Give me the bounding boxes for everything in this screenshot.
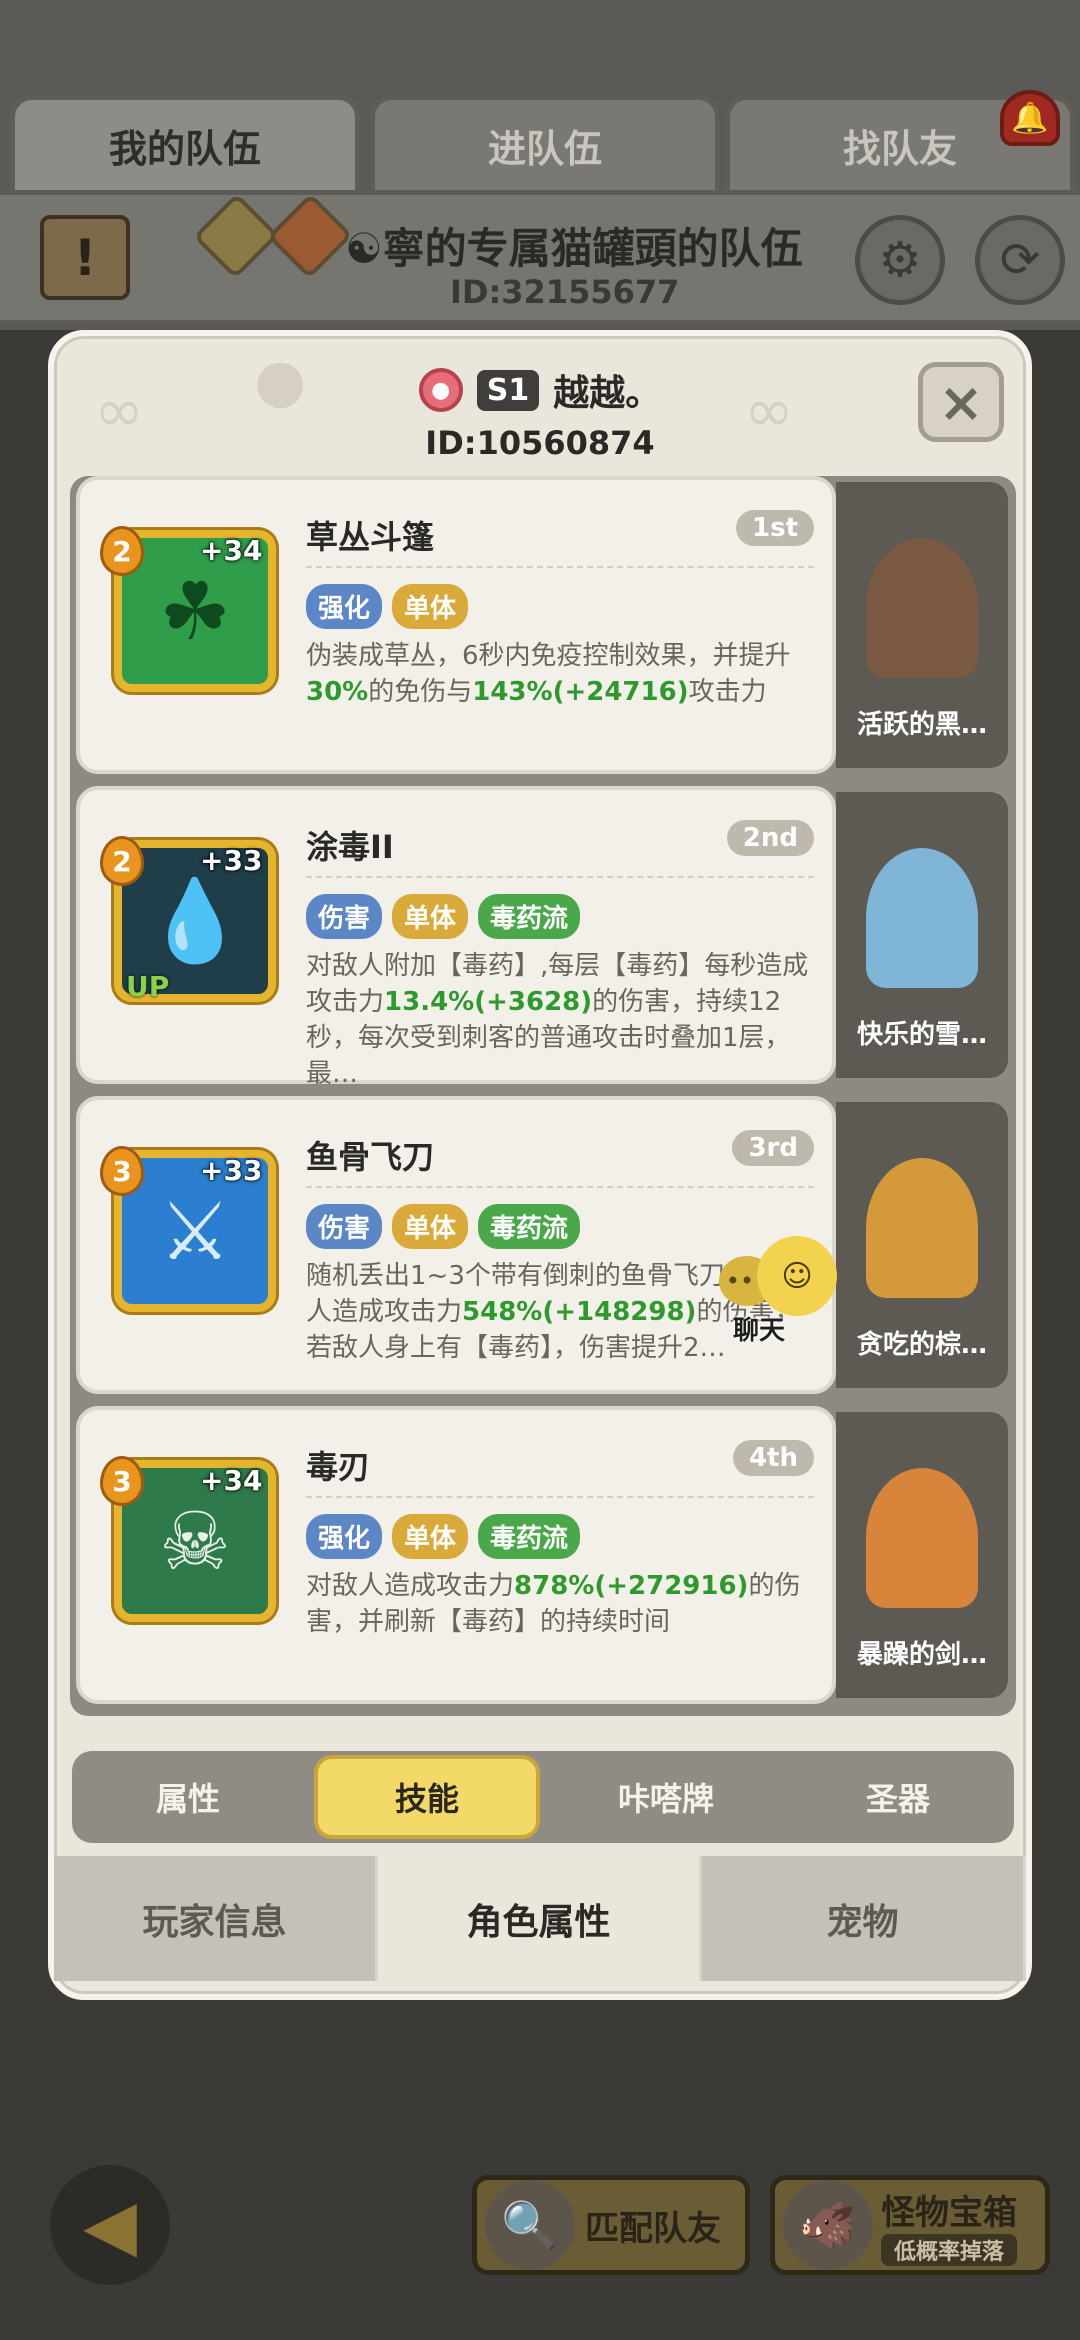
skill-tag: 单体 — [392, 1204, 469, 1249]
close-button[interactable]: × — [918, 362, 1004, 442]
tab-attributes[interactable]: 属性 — [72, 1774, 304, 1820]
skill-tags: 强化 单体 毒药流 — [306, 1514, 581, 1559]
category-tabs: 属性 技能 咔嗒牌 圣器 — [72, 1751, 1014, 1843]
skill-row[interactable]: 3 ☠ +34 毒刃 4th 强化 单体 毒药流 对敌人造成攻击力878%(+2… — [70, 1406, 1016, 1706]
match-teammate-button[interactable]: 🔍 匹配队友 — [472, 2175, 750, 2275]
skill-level-badge: 2 — [100, 836, 144, 886]
skill-card[interactable]: 3 ☠ +34 毒刃 4th 强化 单体 毒药流 对敌人造成攻击力878%(+2… — [76, 1406, 836, 1704]
team-id: ID:32155677 — [450, 273, 680, 311]
skill-card[interactable]: 2 💧 +33 UP 涂毒II 2nd 伤害 单体 毒药流 对敌人附加【毒药】,… — [76, 786, 836, 1089]
skill-tag: 伤害 — [306, 1204, 383, 1249]
skill-plus-value: +34 — [200, 1464, 263, 1497]
share-button-icon[interactable]: ⟳ — [975, 215, 1065, 305]
monster-chest-button[interactable]: 🐗 怪物宝箱 低概率掉落 — [770, 2175, 1050, 2275]
skill-title: 鱼骨飞刀 — [306, 1138, 435, 1176]
skill-rank: 1st — [736, 510, 814, 546]
skill-tag: 单体 — [392, 1514, 469, 1559]
team-tabs: 我的队伍 进队伍 找队友 — [0, 95, 1080, 195]
skill-plus-value: +33 — [200, 844, 263, 877]
skill-tags: 伤害 单体 毒药流 — [306, 894, 581, 939]
tab-join-team[interactable]: 进队伍 — [370, 95, 720, 195]
bottom-tabs: 玩家信息 角色属性 宠物 — [54, 1856, 1026, 1981]
skill-title: 毒刃 — [306, 1448, 371, 1486]
chat-face-icon: ☺ — [757, 1236, 837, 1316]
skill-row[interactable]: 3 ⚔ +33 鱼骨飞刀 3rd 伤害 单体 毒药流 随机丢出1~3个带有倒刺的… — [70, 1096, 1016, 1396]
skill-tag: 强化 — [306, 1514, 383, 1559]
bottom-area — [0, 2000, 1080, 2340]
pet-figure-icon — [866, 848, 978, 988]
divider — [306, 1496, 814, 1498]
team-name: ☯寧的专属猫罐頭的队伍 — [345, 224, 803, 273]
pet-slot[interactable]: 贪吃的棕… — [836, 1102, 1008, 1388]
chat-label: 聊天 — [733, 1316, 786, 1346]
skill-up-tag: UP — [126, 970, 170, 1003]
skill-row[interactable]: 2 ☘ +34 草丛斗篷 1st 强化 单体 伪装成草丛，6秒内免疫控制效果，并… — [70, 476, 1016, 776]
skill-tag: 伤害 — [306, 894, 383, 939]
pet-slot[interactable]: 暴躁的剑… — [836, 1412, 1008, 1698]
server-tag: S1 — [476, 369, 540, 411]
back-arrow-icon[interactable]: ◀ — [50, 2165, 170, 2285]
skill-tags: 伤害 单体 毒药流 — [306, 1204, 581, 1249]
tab-player-info[interactable]: 玩家信息 — [54, 1856, 378, 1981]
tab-skills[interactable]: 技能 — [314, 1755, 540, 1839]
modal-header: ● S1 越越。 ID:10560874 — [54, 336, 1026, 486]
skill-tag: 单体 — [392, 584, 469, 629]
pet-name: 快乐的雪… — [856, 1020, 987, 1050]
tab-cards[interactable]: 咔嗒牌 — [550, 1774, 782, 1820]
pet-slot[interactable]: 活跃的黑… — [836, 482, 1008, 768]
skill-plus-value: +33 — [200, 1154, 263, 1187]
skill-tag: 毒药流 — [478, 1204, 581, 1249]
skill-card[interactable]: 2 ☘ +34 草丛斗篷 1st 强化 单体 伪装成草丛，6秒内免疫控制效果，并… — [76, 476, 836, 774]
skill-level-badge: 3 — [100, 1146, 144, 1196]
pet-figure-icon — [866, 1158, 978, 1298]
notice-button[interactable]: ! — [40, 215, 130, 300]
magnifier-icon: 🔍 — [485, 2180, 575, 2270]
divider — [306, 876, 814, 878]
key-icon: ● — [418, 368, 463, 412]
skill-rank: 3rd — [732, 1130, 814, 1166]
pet-name: 贪吃的棕… — [856, 1330, 987, 1360]
skill-description: 对敌人造成攻击力878%(+272916)的伤害，并刷新【毒药】的持续时间 — [306, 1571, 801, 1637]
boar-icon: 🐗 — [783, 2180, 873, 2270]
tab-my-team[interactable]: 我的队伍 — [10, 95, 360, 195]
pet-figure-icon — [866, 538, 978, 678]
player-name: 越越。 — [553, 373, 662, 414]
pet-slot[interactable]: 快乐的雪… — [836, 792, 1008, 1078]
settings-gear-icon[interactable]: ⚙ — [855, 215, 945, 305]
chest-label: 怪物宝箱 — [881, 2192, 1017, 2233]
tab-relics[interactable]: 圣器 — [782, 1774, 1014, 1820]
pet-name: 活跃的黑… — [856, 710, 987, 740]
divider — [306, 1186, 814, 1188]
pet-name: 暴躁的剑… — [856, 1640, 987, 1670]
player-id: ID:10560874 — [425, 424, 655, 462]
skill-level-badge: 3 — [100, 1456, 144, 1506]
skill-tag: 毒药流 — [478, 894, 581, 939]
skill-description: 伪装成草丛，6秒内免疫控制效果，并提升30%的免伤与143%(+24716)攻击… — [306, 641, 791, 707]
skill-rank: 4th — [732, 1440, 814, 1476]
divider — [306, 566, 814, 568]
skill-description: 对敌人附加【毒药】,每层【毒药】每秒造成攻击力13.4%(+3628)的伤害，持… — [306, 951, 809, 1089]
skill-tag: 强化 — [306, 584, 383, 629]
skill-plus-value: +34 — [200, 534, 263, 567]
bell-icon[interactable]: 🔔 — [1000, 90, 1060, 146]
tab-pets[interactable]: 宠物 — [702, 1856, 1026, 1981]
skill-level-badge: 2 — [100, 526, 144, 576]
player-skill-modal: ∞ ● ∞ ● S1 越越。 ID:10560874 × 2 ☘ +34 草丛斗… — [48, 330, 1032, 2000]
skill-tag: 毒药流 — [478, 1514, 581, 1559]
skill-title: 草丛斗篷 — [306, 518, 435, 556]
match-label: 匹配队友 — [585, 2208, 721, 2249]
chat-button[interactable]: ••• ☺ 聊天 — [719, 1236, 849, 1346]
skill-list[interactable]: 2 ☘ +34 草丛斗篷 1st 强化 单体 伪装成草丛，6秒内免疫控制效果，并… — [70, 476, 1016, 1716]
skill-tag: 单体 — [392, 894, 469, 939]
chest-sub-label: 低概率掉落 — [881, 2233, 1017, 2266]
player-line: ● S1 越越。 — [54, 364, 1026, 416]
skill-tags: 强化 单体 — [306, 584, 469, 629]
skill-row[interactable]: 2 💧 +33 UP 涂毒II 2nd 伤害 单体 毒药流 对敌人附加【毒药】,… — [70, 786, 1016, 1089]
skill-rank: 2nd — [726, 820, 814, 856]
tab-character-attributes[interactable]: 角色属性 — [378, 1856, 702, 1981]
pet-figure-icon — [866, 1468, 978, 1608]
skill-title: 涂毒II — [306, 828, 394, 866]
